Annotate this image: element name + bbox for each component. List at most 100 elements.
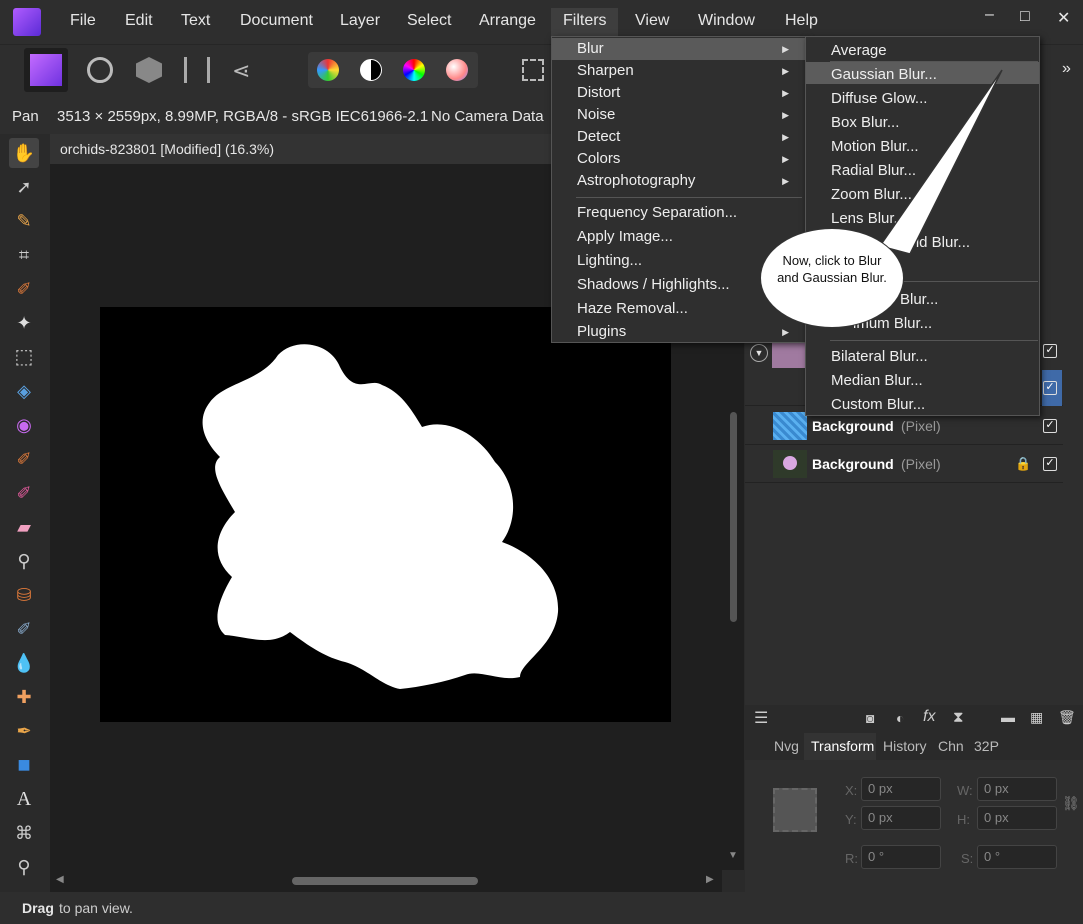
erase-brush-icon[interactable]: ▰ — [9, 512, 39, 542]
menu-window[interactable]: Window — [698, 12, 755, 30]
paint-brush-icon[interactable]: ✐ — [9, 444, 39, 474]
marquee-icon[interactable] — [522, 59, 544, 81]
filters-item-shadows-highlights[interactable]: Shadows / Highlights... — [577, 276, 730, 293]
rotation-field[interactable]: 0 ° — [861, 845, 941, 869]
color-replacement-icon[interactable]: ✐ — [9, 478, 39, 508]
menu-arrange[interactable]: Arrange — [479, 12, 536, 30]
layers-stack-icon[interactable]: ☰ — [754, 708, 768, 728]
menu-select[interactable]: Select — [407, 12, 451, 30]
tab-transform[interactable]: Transform — [811, 738, 874, 754]
color-wheel-icon[interactable] — [403, 59, 425, 81]
selection-brush-icon[interactable]: ✐ — [9, 274, 39, 304]
shear-field[interactable]: 0 ° — [977, 845, 1057, 869]
text-tool-icon[interactable]: A — [9, 784, 39, 814]
layer-visibility-checkbox[interactable]: ✓ — [1043, 381, 1057, 395]
pixel-layer-icon[interactable]: ▦ — [1030, 709, 1043, 726]
clone-tool-icon[interactable]: ⛁ — [9, 580, 39, 610]
anchor-point-icon[interactable] — [773, 788, 817, 832]
menu-layer[interactable]: Layer — [340, 12, 380, 30]
mesh-warp-icon[interactable]: ⌘ — [9, 818, 39, 848]
overflow-chevron-icon[interactable]: » — [1062, 60, 1071, 78]
y-field[interactable]: 0 px — [861, 806, 941, 830]
layer-visibility-checkbox[interactable]: ✓ — [1043, 344, 1057, 358]
move-tool-icon[interactable]: ➚ — [9, 172, 39, 202]
filters-item-detect[interactable]: Detect — [577, 128, 620, 145]
blur-item-bilateral[interactable]: Bilateral Blur... — [831, 348, 928, 365]
layer-visibility-checkbox[interactable]: ✓ — [1043, 457, 1057, 471]
menu-help[interactable]: Help — [785, 12, 818, 30]
photo-persona-icon[interactable] — [24, 48, 68, 92]
folder-icon[interactable]: ▬ — [1001, 709, 1015, 725]
crop-tool-icon[interactable]: ⌗ — [9, 240, 39, 270]
menu-file[interactable]: File — [70, 12, 96, 30]
horizontal-scrollbar[interactable]: ◀ ▶ — [50, 870, 722, 892]
menu-text[interactable]: Text — [181, 12, 210, 30]
minimize-button[interactable]: – — [985, 6, 994, 24]
filters-item-blur[interactable]: Blur — [577, 40, 604, 57]
filters-item-frequency-separation[interactable]: Frequency Separation... — [577, 204, 737, 221]
filters-item-astrophotography[interactable]: Astrophotography — [577, 172, 695, 189]
tab-navigator[interactable]: Nvg — [774, 738, 799, 754]
mask-icon[interactable]: ◙ — [866, 710, 874, 726]
levels-icon[interactable] — [317, 59, 339, 81]
color-picker-icon[interactable]: ✎ — [9, 206, 39, 236]
submenu-arrow-icon: ▶ — [782, 110, 789, 120]
link-icon[interactable]: ⛓ — [1062, 795, 1080, 812]
tab-32bit-preview[interactable]: 32P — [974, 738, 999, 754]
close-button[interactable]: ✕ — [1057, 8, 1070, 28]
blur-item-custom[interactable]: Custom Blur... — [831, 396, 925, 413]
expand-icon[interactable]: ▼ — [750, 344, 768, 362]
hand-tool-icon[interactable]: ✋ — [9, 138, 39, 168]
menu-document[interactable]: Document — [240, 12, 313, 30]
layer-visibility-checkbox[interactable]: ✓ — [1043, 419, 1057, 433]
blur-brush-icon[interactable]: 💧 — [9, 648, 39, 678]
white-balance-icon[interactable] — [446, 59, 468, 81]
trash-icon[interactable]: 🗑 — [1058, 709, 1076, 726]
filters-item-colors[interactable]: Colors — [577, 150, 620, 167]
adjustment-icon[interactable]: ◐ — [896, 710, 904, 726]
live-filter-icon[interactable]: ⧗ — [953, 709, 964, 726]
filters-item-sharpen[interactable]: Sharpen — [577, 62, 634, 79]
filters-item-plugins[interactable]: Plugins — [577, 323, 626, 340]
magic-wand-icon[interactable]: ✦ — [9, 308, 39, 338]
tab-channels[interactable]: Chn — [938, 738, 964, 754]
flood-fill-icon[interactable]: ◈ — [9, 376, 39, 406]
maximize-button[interactable]: □ — [1020, 8, 1030, 26]
contrast-icon[interactable] — [360, 59, 382, 81]
blur-item-median[interactable]: Median Blur... — [831, 372, 923, 389]
menu-edit[interactable]: Edit — [125, 12, 153, 30]
fx-icon[interactable]: fx — [923, 708, 935, 726]
rectangle-tool-icon[interactable]: ■ — [9, 750, 39, 780]
menu-view[interactable]: View — [635, 12, 669, 30]
blur-item-average[interactable]: Average — [831, 42, 887, 59]
vertical-scroll-thumb[interactable] — [730, 412, 737, 622]
dodge-tool-icon[interactable]: ⚲ — [9, 546, 39, 576]
height-field[interactable]: 0 px — [977, 806, 1057, 830]
horizontal-scroll-thumb[interactable] — [292, 877, 478, 885]
zoom-tool-icon[interactable]: ⚲ — [9, 852, 39, 882]
blur-item-partial-1[interactable]: Blur... — [900, 291, 938, 308]
marquee-tool-icon[interactable]: ⬚ — [9, 342, 39, 372]
pen-tool-icon[interactable]: ✒ — [9, 716, 39, 746]
smudge-tool-icon[interactable]: ✐ — [9, 614, 39, 644]
tab-history[interactable]: History — [883, 738, 927, 754]
width-field[interactable]: 0 px — [977, 777, 1057, 801]
filters-item-haze-removal[interactable]: Haze Removal... — [577, 300, 688, 317]
scroll-left-icon[interactable]: ◀ — [56, 874, 64, 885]
x-field[interactable]: 0 px — [861, 777, 941, 801]
filters-item-noise[interactable]: Noise — [577, 106, 615, 123]
gradient-tool-icon[interactable]: ◉ — [9, 410, 39, 440]
affinity-photo-logo — [13, 8, 41, 36]
scroll-right-icon[interactable]: ▶ — [706, 874, 714, 885]
layer-row[interactable]: Background (Pixel) 🔒 ✓ — [745, 446, 1063, 483]
menu-filters[interactable]: Filters — [563, 12, 607, 30]
scroll-down-icon[interactable]: ▼ — [728, 850, 738, 861]
lock-icon[interactable]: 🔒 — [1015, 456, 1031, 472]
filters-item-apply-image[interactable]: Apply Image... — [577, 228, 673, 245]
export-persona-icon[interactable]: ⋖ — [232, 58, 258, 83]
liquify-persona-icon[interactable] — [87, 57, 113, 83]
tone-mapping-persona-icon[interactable] — [184, 57, 210, 83]
filters-item-lighting[interactable]: Lighting... — [577, 252, 642, 269]
filters-item-distort[interactable]: Distort — [577, 84, 620, 101]
healing-brush-icon[interactable]: ✚ — [9, 682, 39, 712]
